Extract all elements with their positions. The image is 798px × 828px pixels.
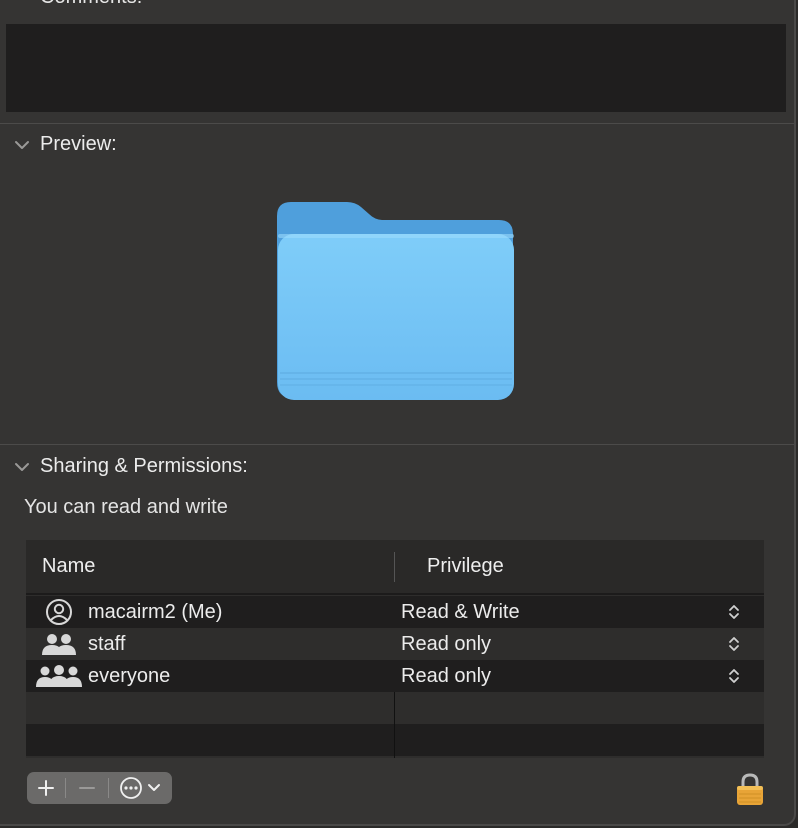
chevron-down-icon[interactable] <box>12 137 32 153</box>
table-row[interactable]: macairm2 (Me) Read & Write <box>26 596 764 628</box>
table-header: Name Privilege <box>26 540 764 595</box>
column-header-name[interactable]: Name <box>42 555 95 578</box>
permissions-toolbar <box>27 772 172 804</box>
empty-row <box>26 724 764 756</box>
privilege-select[interactable]: Read & Write <box>401 601 520 624</box>
up-down-chevron-icon[interactable] <box>728 603 740 621</box>
folder-icon <box>277 202 514 400</box>
table-row[interactable]: everyone Read only <box>26 660 764 692</box>
everyone-icon <box>34 663 84 689</box>
empty-row <box>26 692 764 724</box>
column-separator <box>394 692 395 758</box>
group-name: staff <box>88 633 126 655</box>
ellipsis-circle-icon <box>120 777 142 799</box>
chevron-down-icon <box>148 784 160 791</box>
group-icon <box>34 631 84 657</box>
up-down-chevron-icon[interactable] <box>728 667 740 685</box>
preview-header[interactable]: Preview: <box>12 133 117 156</box>
divider <box>0 444 794 445</box>
permission-status: You can read and write <box>24 496 228 518</box>
group-name: everyone <box>88 665 171 687</box>
divider <box>0 123 794 124</box>
up-down-chevron-icon[interactable] <box>728 635 740 653</box>
sharing-title: Sharing & Permissions: <box>40 455 248 477</box>
add-icon <box>38 780 54 796</box>
comments-field[interactable] <box>6 24 786 112</box>
privilege-select[interactable]: Read only <box>401 665 491 688</box>
preview-title: Preview: <box>40 133 117 155</box>
get-info-window: Comments: Preview: Sharing & Permissions… <box>0 0 796 826</box>
add-button[interactable] <box>27 772 65 804</box>
user-name: macairm2 (Me) <box>88 601 223 623</box>
action-menu-button[interactable] <box>109 772 171 804</box>
sharing-header[interactable]: Sharing & Permissions: <box>12 455 248 478</box>
table-row[interactable]: staff Read only <box>26 628 764 660</box>
person-icon <box>34 599 84 625</box>
chevron-down-icon[interactable] <box>12 459 32 475</box>
privilege-select[interactable]: Read only <box>401 633 491 656</box>
remove-button[interactable] <box>66 772 108 804</box>
column-header-privilege[interactable]: Privilege <box>427 555 504 578</box>
column-separator <box>394 552 395 582</box>
comments-title: Comments: <box>40 0 142 9</box>
remove-icon <box>79 787 95 789</box>
lock-icon[interactable] <box>736 772 764 806</box>
permissions-table: Name Privilege macairm2 (Me) Read & Writ… <box>26 540 764 758</box>
